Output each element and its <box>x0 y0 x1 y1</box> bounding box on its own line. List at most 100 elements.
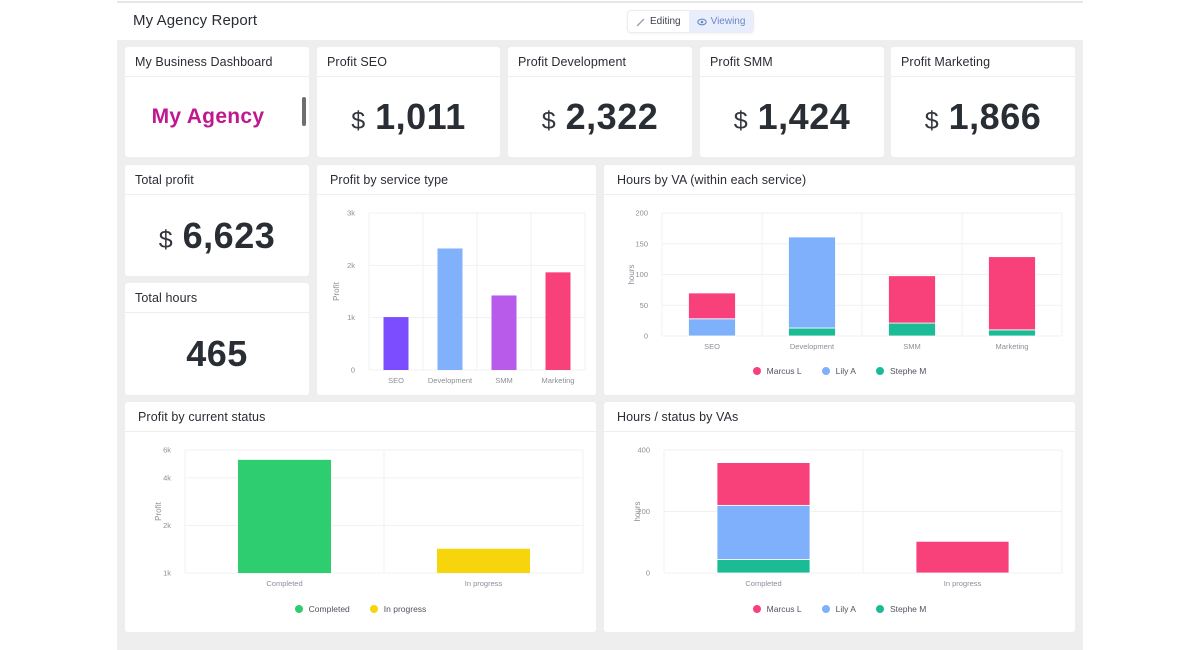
bar-seo[interactable] <box>383 317 409 370</box>
bar-development-stephe-m[interactable] <box>788 327 836 337</box>
legend-dot-icon <box>821 605 830 613</box>
legend-label: Marcus L <box>766 366 802 376</box>
bar-smm-stephe-m[interactable] <box>888 322 936 337</box>
y-tick-label: 0 <box>351 366 355 375</box>
hours-by-va-widget[interactable]: Hours by VA (within each service) 0 50 100… <box>604 165 1075 395</box>
profit-by-service-widget[interactable]: Profit by service type 0 1k 2k 3k Profit SEO D… <box>317 165 596 395</box>
bar-development[interactable] <box>437 248 463 370</box>
widget-scrollbar[interactable] <box>302 97 306 126</box>
profit-smm-widget[interactable]: Profit SMM $ 1,424 <box>700 47 884 157</box>
bar-marketing-marcus-l[interactable] <box>988 256 1036 331</box>
bar-seo-marcus-l[interactable] <box>688 292 736 320</box>
y-tick-label: 1k <box>347 313 355 322</box>
widget-title: Hours by VA (within each service) <box>604 165 1075 195</box>
bar-seo-lily-a[interactable] <box>688 318 736 337</box>
widget-title: Profit by service type <box>317 165 596 195</box>
editing-label: Editing <box>650 16 681 27</box>
bar-marketing[interactable] <box>545 272 571 370</box>
legend-item-in-progress[interactable]: In progress <box>369 604 426 614</box>
x-tick-label: SMM <box>495 376 513 385</box>
currency-symbol: $ <box>733 107 748 135</box>
editing-mode-button[interactable]: Editing <box>628 11 689 32</box>
y-tick-label: 6k <box>163 446 171 455</box>
x-tick-label: Marketing <box>542 376 575 385</box>
legend-label: Marcus L <box>766 604 802 614</box>
legend-item-lily-a[interactable]: Lily A <box>821 366 856 376</box>
y-axis-label: hours <box>627 264 636 284</box>
hours-status-by-va-chart: 0200400hoursCompleted In progress <box>633 446 1063 588</box>
y-tick-label: 200 <box>635 209 648 218</box>
y-axis-label: Profit <box>332 281 341 300</box>
legend-dot-icon <box>294 605 303 613</box>
bar-marketing-stephe-m[interactable] <box>988 329 1036 337</box>
bar-in-progress[interactable] <box>437 548 530 573</box>
currency-symbol: $ <box>541 107 556 135</box>
y-axis-label: hours <box>633 501 642 521</box>
y-tick-label: 3k <box>347 209 355 218</box>
profit-development-widget[interactable]: Profit Development $ 2,322 <box>508 47 692 157</box>
widget-title: Total profit <box>125 165 309 195</box>
y-tick-label: 2k <box>163 521 171 530</box>
y-tick-label: 50 <box>640 301 648 310</box>
chart-legend: Marcus L Lily A Stephe M <box>604 604 1075 614</box>
legend-item-completed[interactable]: Completed <box>294 604 350 614</box>
bar-completed-stephe-m[interactable] <box>716 559 811 574</box>
report-title: My Agency Report <box>133 12 258 29</box>
widget-title: Profit Development <box>508 47 692 77</box>
total-profit-widget[interactable]: Total profit $ 6,623 <box>125 165 309 276</box>
legend-item-stephe-m[interactable]: Stephe M <box>875 366 927 376</box>
bar-smm-marcus-l[interactable] <box>888 275 936 324</box>
bar-completed-lily-a[interactable] <box>716 504 811 560</box>
bar-in-progress-marcus-l[interactable] <box>915 540 1010 574</box>
legend-label: Completed <box>308 604 350 614</box>
eye-icon <box>696 18 707 25</box>
y-tick-label: 4k <box>163 473 171 482</box>
agency-logo: My Agency <box>151 105 265 128</box>
widget-title: Profit Marketing <box>891 47 1075 77</box>
legend-dot-icon <box>821 367 830 375</box>
profit-by-status-widget[interactable]: Profit by current status 1k 2k 4k 6k Profit C… <box>125 402 596 632</box>
legend-label: Stephe M <box>889 366 927 376</box>
legend-item-marcus-l[interactable]: Marcus L <box>752 604 802 614</box>
y-tick-label: 0 <box>644 332 648 341</box>
legend-dot-icon <box>875 367 884 375</box>
legend-item-lily-a[interactable]: Lily A <box>821 604 856 614</box>
metric-number: 6,623 <box>182 214 276 256</box>
total-hours-widget[interactable]: Total hours 465 <box>125 283 309 395</box>
hours-status-by-va-widget[interactable]: Hours / status by VAs 0 200 400 hours Comple… <box>604 402 1075 632</box>
legend-item-stephe-m[interactable]: Stephe M <box>875 604 927 614</box>
metric-value: $ 1,011 <box>351 96 466 138</box>
x-tick-label: Development <box>790 342 835 351</box>
metric-value: 465 <box>186 333 248 375</box>
bar-smm[interactable] <box>491 295 517 370</box>
mode-toggle: Editing Viewing <box>627 10 755 33</box>
y-tick-label: 0 <box>646 569 650 578</box>
chart-legend: Completed In progress <box>125 604 596 614</box>
legend-dot-icon <box>875 605 884 613</box>
x-tick-label: Completed <box>266 579 302 588</box>
x-tick-label: SEO <box>704 342 720 351</box>
widget-title: Profit SEO <box>317 47 500 77</box>
report-header: My Agency Report Editing Viewing <box>117 3 1083 40</box>
bar-completed-marcus-l[interactable] <box>716 462 811 506</box>
legend-label: Stephe M <box>889 604 927 614</box>
profit-seo-widget[interactable]: Profit SEO $ 1,011 <box>317 47 500 157</box>
profit-by-service-chart: 0 1k 2k 3k Profit SEO Development SMM Marketing <box>332 209 586 385</box>
metric-number: 1,011 <box>375 96 466 137</box>
business-dashboard-widget[interactable]: My Business Dashboard My Agency <box>125 47 309 157</box>
x-tick-label: SMM <box>903 342 921 351</box>
profit-marketing-widget[interactable]: Profit Marketing $ 1,866 <box>891 47 1075 157</box>
viewing-mode-button[interactable]: Viewing <box>688 11 754 32</box>
y-tick-label: 2k <box>347 261 355 270</box>
legend-label: Lily A <box>835 604 856 614</box>
bar-development-lily-a[interactable] <box>788 236 836 329</box>
x-tick-label: Marketing <box>996 342 1029 351</box>
metric-number: 1,424 <box>757 96 851 137</box>
chart-legend: Marcus L Lily A Stephe M <box>604 366 1075 376</box>
legend-item-marcus-l[interactable]: Marcus L <box>752 366 802 376</box>
legend-dot-icon <box>369 605 378 613</box>
bar-completed[interactable] <box>238 459 331 573</box>
currency-symbol: $ <box>351 107 366 135</box>
legend-label: Lily A <box>835 366 856 376</box>
widget-title: Profit SMM <box>700 47 884 77</box>
